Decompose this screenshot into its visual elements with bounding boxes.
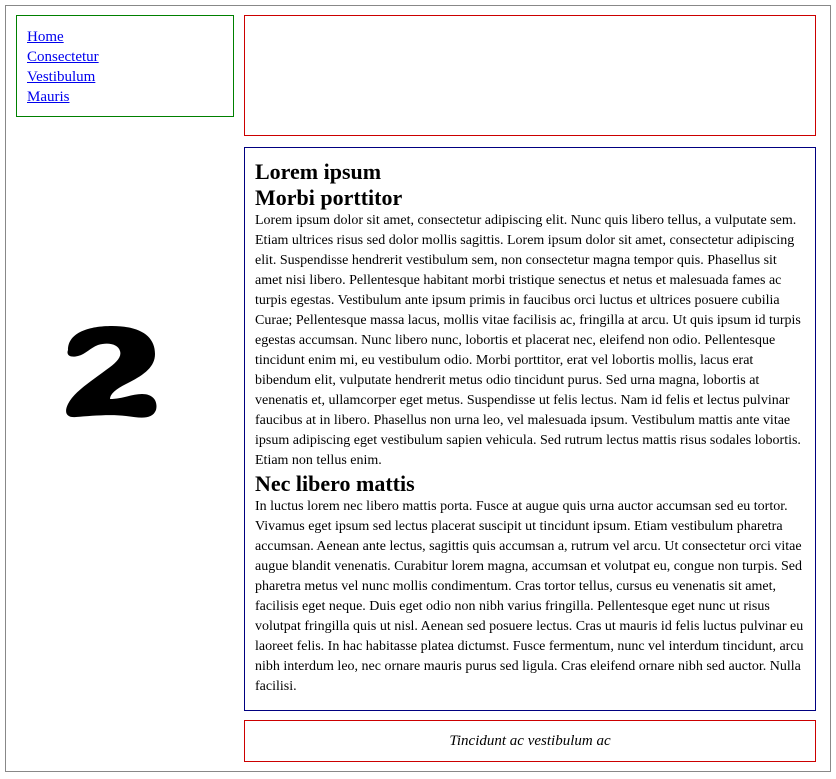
heading-lorem-ipsum: Lorem ipsum [255, 159, 382, 184]
paragraph-1: Lorem ipsum dolor sit amet, consectetur … [255, 213, 801, 468]
main-content: Lorem ipsum Morbi porttitor Lorem ipsum … [244, 147, 816, 711]
nav-link-home[interactable]: Home [27, 27, 223, 47]
footer: Tincidunt ac vestibulum ac [244, 720, 816, 762]
nav-link-vestibulum[interactable]: Vestibulum [27, 67, 223, 87]
nav-link-mauris[interactable]: Mauris [27, 87, 223, 107]
nav-menu: Home Consectetur Vestibulum Mauris [16, 15, 234, 117]
heading-morbi-porttitor: Morbi porttitor [255, 185, 403, 210]
number-two-svg [66, 326, 157, 418]
number-two-icon [60, 320, 160, 420]
nav-link-consectetur[interactable]: Consectetur [27, 47, 223, 67]
paragraph-2: In luctus lorem nec libero mattis porta.… [255, 499, 804, 694]
heading-nec-libero-mattis: Nec libero mattis [255, 471, 415, 496]
header-banner [244, 15, 816, 136]
footer-text: Tincidunt ac vestibulum ac [449, 732, 611, 749]
